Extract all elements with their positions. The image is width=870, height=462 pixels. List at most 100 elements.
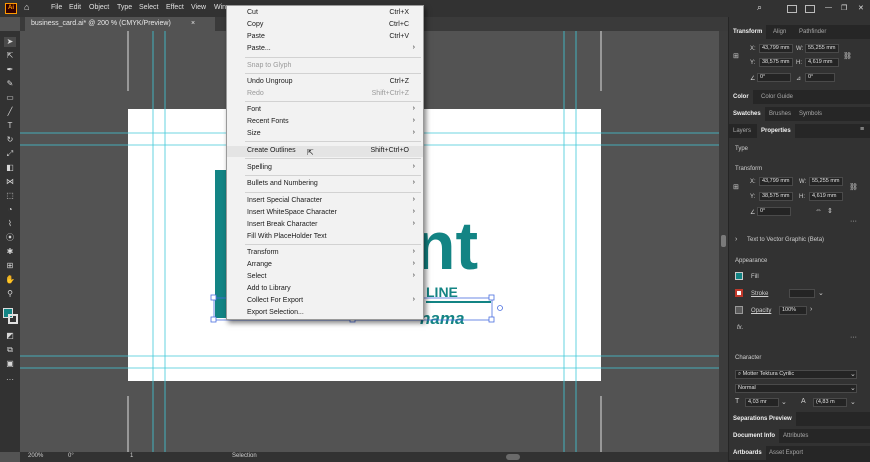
tab-properties[interactable]: Properties <box>757 124 795 138</box>
artboard-tool-icon[interactable]: ⊞ <box>4 261 16 271</box>
properties-w-field[interactable]: 55,255 mm <box>809 177 843 186</box>
selection-tool-icon[interactable]: ➤ <box>4 37 16 47</box>
vertical-scroll-thumb[interactable] <box>721 235 726 247</box>
opacity-field[interactable]: 100% <box>779 306 807 315</box>
properties-h-field[interactable]: 4,619 mm <box>809 192 843 201</box>
menu-item-recent-fonts[interactable]: Recent Fonts › <box>227 117 423 128</box>
menu-item-fill-with-placeholder-text[interactable]: Fill With PlaceHolder Text <box>227 232 423 243</box>
properties-reference-point-icon[interactable]: ⊞ <box>733 183 739 191</box>
properties-constrain-icon[interactable]: ⛓ <box>849 183 858 191</box>
font-size-dropdown-icon[interactable]: ⌄ <box>781 398 787 406</box>
tab-asset-export[interactable]: Asset Export <box>765 446 807 460</box>
arrange-documents-icon[interactable] <box>787 5 797 13</box>
font-family-field[interactable]: ⌕ Motter Tektura Cyrilic <box>735 370 857 379</box>
menu-item-transform[interactable]: Transform › <box>227 248 423 259</box>
menu-item-size[interactable]: Size › <box>227 129 423 140</box>
more-options-icon[interactable]: ··· <box>850 218 857 225</box>
zoom-level[interactable]: 200% <box>28 453 43 459</box>
menu-view[interactable]: View <box>191 4 206 11</box>
brush-tool-icon[interactable]: ╱ <box>4 107 16 117</box>
menu-file[interactable]: File <box>51 4 62 11</box>
stroke-swatch[interactable] <box>8 314 18 324</box>
appearance-stroke-swatch[interactable] <box>735 289 743 297</box>
menu-item-add-to-library[interactable]: Add to Library <box>227 284 423 295</box>
transform-angle-field[interactable]: 0° <box>757 73 791 82</box>
tab-swatches[interactable]: Swatches <box>729 107 765 121</box>
vertical-scrollbar[interactable] <box>719 31 728 452</box>
workspace-icon[interactable] <box>805 5 815 13</box>
hand-tool-icon[interactable]: ✋ <box>4 275 16 285</box>
menu-effect[interactable]: Effect <box>166 4 184 11</box>
tab-symbols[interactable]: Symbols <box>795 107 826 121</box>
flip-horizontal-icon[interactable]: ⇔ <box>815 207 822 214</box>
menu-item-paste[interactable]: Paste... › <box>227 44 423 55</box>
home-icon[interactable]: ⌂ <box>24 2 29 12</box>
transform-x-field[interactable]: 43,799 mm <box>759 44 793 53</box>
font-style-field[interactable]: Normal <box>735 384 857 393</box>
document-tab[interactable]: business_card.ai* @ 200 % (CMYK/Preview)… <box>25 17 215 31</box>
menu-item-bullets-and-numbering[interactable]: Bullets and Numbering › <box>227 179 423 190</box>
free-transform-tool-icon[interactable]: ⬚ <box>4 191 16 201</box>
menu-edit[interactable]: Edit <box>69 4 81 11</box>
menu-type[interactable]: Type <box>117 4 132 11</box>
menu-object[interactable]: Object <box>89 4 109 11</box>
horizontal-scroll-thumb[interactable] <box>506 454 520 460</box>
pen-tool-icon[interactable]: ✒ <box>4 65 16 75</box>
menu-item-insert-break-character[interactable]: Insert Break Character › <box>227 220 423 231</box>
restore-icon[interactable]: ❐ <box>841 4 847 12</box>
font-family-dropdown-icon[interactable]: ⌄ <box>850 370 856 378</box>
close-window-icon[interactable]: ✕ <box>858 4 864 12</box>
direct-selection-tool-icon[interactable]: ⇱ <box>4 51 16 61</box>
tab-document-info[interactable]: Document Info <box>729 429 779 443</box>
menu-item-paste[interactable]: Paste Ctrl+V <box>227 32 423 43</box>
opacity-dropdown-icon[interactable]: › <box>810 306 812 313</box>
font-style-dropdown-icon[interactable]: ⌄ <box>850 384 856 392</box>
tab-align[interactable]: Align <box>769 25 790 39</box>
transform-h-field[interactable]: 4,619 mm <box>805 58 839 67</box>
menu-item-export-selection[interactable]: Export Selection... <box>227 308 423 319</box>
tab-artboards[interactable]: Artboards <box>729 446 766 460</box>
menu-item-arrange[interactable]: Arrange › <box>227 260 423 271</box>
close-tab-icon[interactable]: × <box>191 17 195 31</box>
transform-shear-field[interactable]: 0° <box>805 73 835 82</box>
menu-item-select[interactable]: Select › <box>227 272 423 283</box>
menu-item-insert-special-character[interactable]: Insert Special Character › <box>227 196 423 207</box>
constrain-proportions-icon[interactable]: ⛓ <box>843 52 852 60</box>
transform-w-field[interactable]: 55,255 mm <box>805 44 839 53</box>
blend-tool-icon[interactable]: ⦿ <box>4 233 16 243</box>
color-mode-icon[interactable]: ◩ <box>4 331 16 341</box>
menu-select[interactable]: Select <box>139 4 158 11</box>
stroke-weight-dropdown-icon[interactable]: ⌄ <box>818 289 824 297</box>
menu-window[interactable]: Win <box>214 4 226 11</box>
menu-item-font[interactable]: Font › <box>227 105 423 116</box>
artboard-number[interactable]: 1 <box>130 453 133 459</box>
screen-mode-icon[interactable]: ▣ <box>4 359 16 369</box>
chevron-right-icon[interactable]: › <box>735 236 737 243</box>
menu-item-create-outlines[interactable]: Create Outlines Shift+Ctrl+O ⇱ <box>227 146 423 157</box>
leading-field[interactable]: (4,83 m <box>813 398 847 407</box>
zoom-tool-icon[interactable]: ⚲ <box>4 289 16 299</box>
rotation-value[interactable]: 0° <box>68 453 74 459</box>
stroke-weight-field[interactable] <box>789 289 815 298</box>
fx-button[interactable]: fx. <box>737 325 743 331</box>
tab-pathfinder[interactable]: Pathfinder <box>795 25 830 39</box>
menu-item-insert-whitespace-character[interactable]: Insert WhiteSpace Character › <box>227 208 423 219</box>
width-tool-icon[interactable]: ⋈ <box>4 177 16 187</box>
rotate-tool-icon[interactable]: ↻ <box>4 135 16 145</box>
eraser-tool-icon[interactable]: ◧ <box>4 163 16 173</box>
panel-menu-icon[interactable]: ≡ <box>860 126 864 133</box>
rectangle-tool-icon[interactable]: ▭ <box>4 93 16 103</box>
drawing-mode-icon[interactable]: ⧉ <box>4 345 16 355</box>
symbol-sprayer-tool-icon[interactable]: ✱ <box>4 247 16 257</box>
curvature-tool-icon[interactable]: ✎ <box>4 79 16 89</box>
menu-item-undo-ungroup[interactable]: Undo Ungroup Ctrl+Z <box>227 77 423 88</box>
appearance-fill-swatch[interactable] <box>735 272 743 280</box>
search-icon[interactable]: ⌕ <box>757 2 762 13</box>
minimize-icon[interactable]: — <box>825 4 832 11</box>
more-tools-icon[interactable]: ··· <box>4 375 16 385</box>
tab-separations-preview[interactable]: Separations Preview <box>729 412 796 426</box>
tab-color-guide[interactable]: Color Guide <box>757 90 797 104</box>
transform-y-field[interactable]: 38,575 mm <box>759 58 793 67</box>
flip-vertical-icon[interactable]: ⇕ <box>827 207 833 215</box>
properties-y-field[interactable]: 38,575 mm <box>759 192 793 201</box>
